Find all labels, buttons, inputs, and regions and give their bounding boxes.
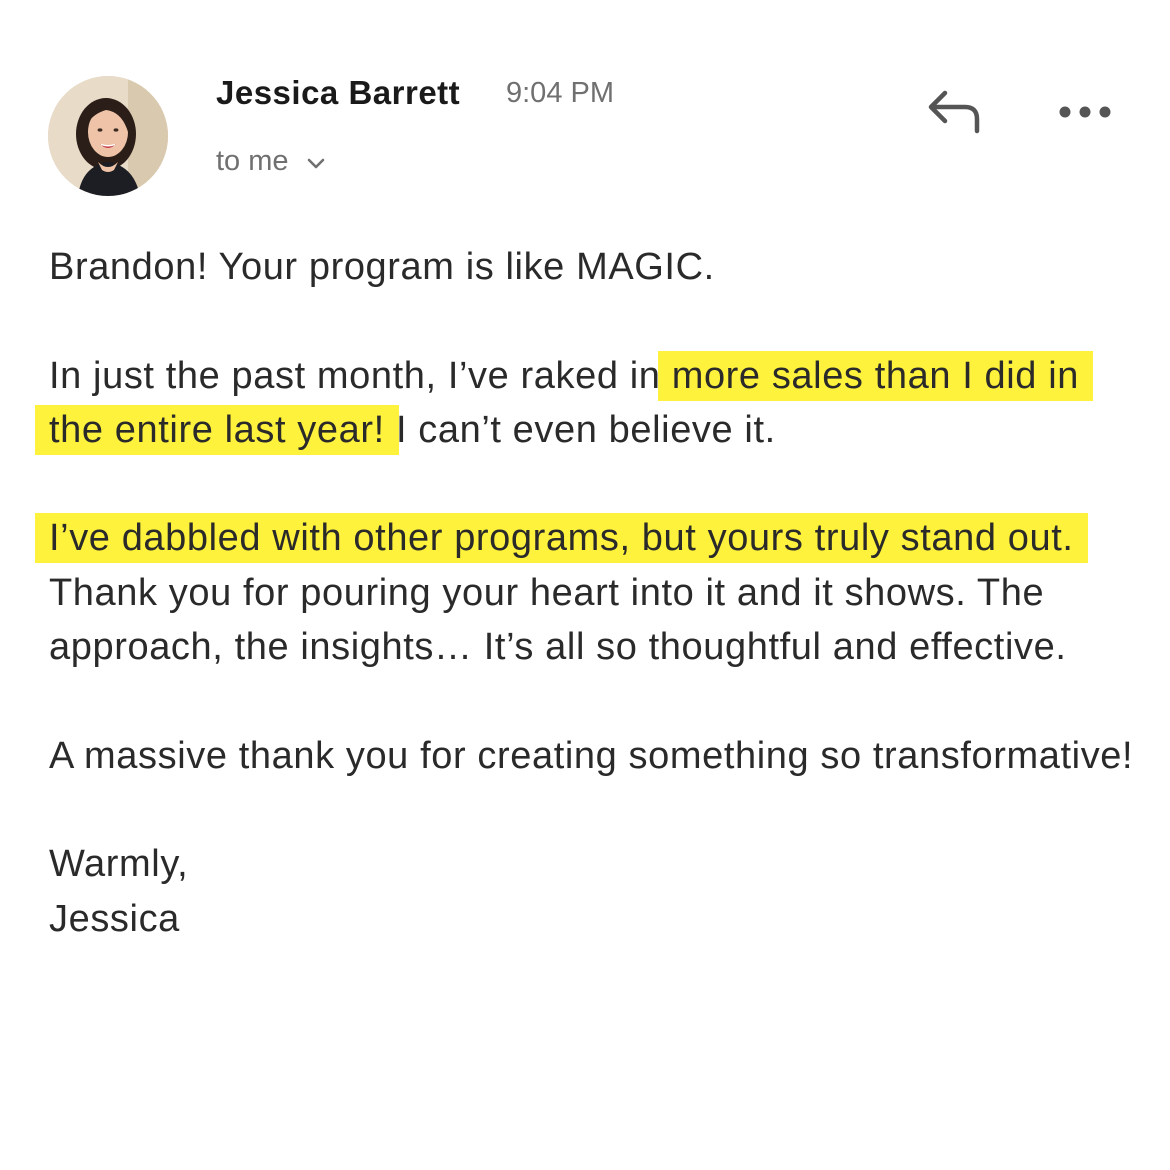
message-text: I can’t even believe it.	[384, 408, 776, 451]
highlighted-text: I’ve dabbled with other programs, but yo…	[35, 513, 1088, 564]
recipient-toggle[interactable]: to me	[216, 143, 325, 179]
reply-button[interactable]	[920, 82, 988, 142]
avatar[interactable]	[48, 76, 168, 196]
sender-name: Jessica Barrett	[216, 74, 461, 111]
reply-icon	[928, 90, 980, 134]
sent-time: 9:04 PM	[506, 77, 614, 109]
signature-text: Jessica	[49, 897, 180, 940]
message-text: Thank you for pouring your heart into it…	[49, 571, 1067, 669]
more-options-button[interactable]	[1052, 90, 1118, 134]
message-signoff: Warmly, Jessica	[49, 837, 1139, 946]
more-horizontal-icon	[1059, 106, 1111, 118]
message-body: Brandon! Your program is like MAGIC. In …	[35, 240, 1139, 946]
message-paragraph: I’ve dabbled with other programs, but yo…	[35, 511, 1139, 674]
message-paragraph: In just the past month, I’ve raked in mo…	[35, 349, 1139, 458]
recipient-label: to me	[216, 145, 289, 177]
message-paragraph: A massive thank you for creating somethi…	[49, 734, 1134, 777]
chevron-down-icon[interactable]	[307, 158, 325, 170]
signoff-text: Warmly,	[49, 843, 189, 886]
message-text: In just the past month, I’ve raked in	[49, 354, 672, 397]
avatar-photo	[48, 76, 168, 196]
message-greeting: Brandon! Your program is like MAGIC.	[49, 246, 715, 288]
